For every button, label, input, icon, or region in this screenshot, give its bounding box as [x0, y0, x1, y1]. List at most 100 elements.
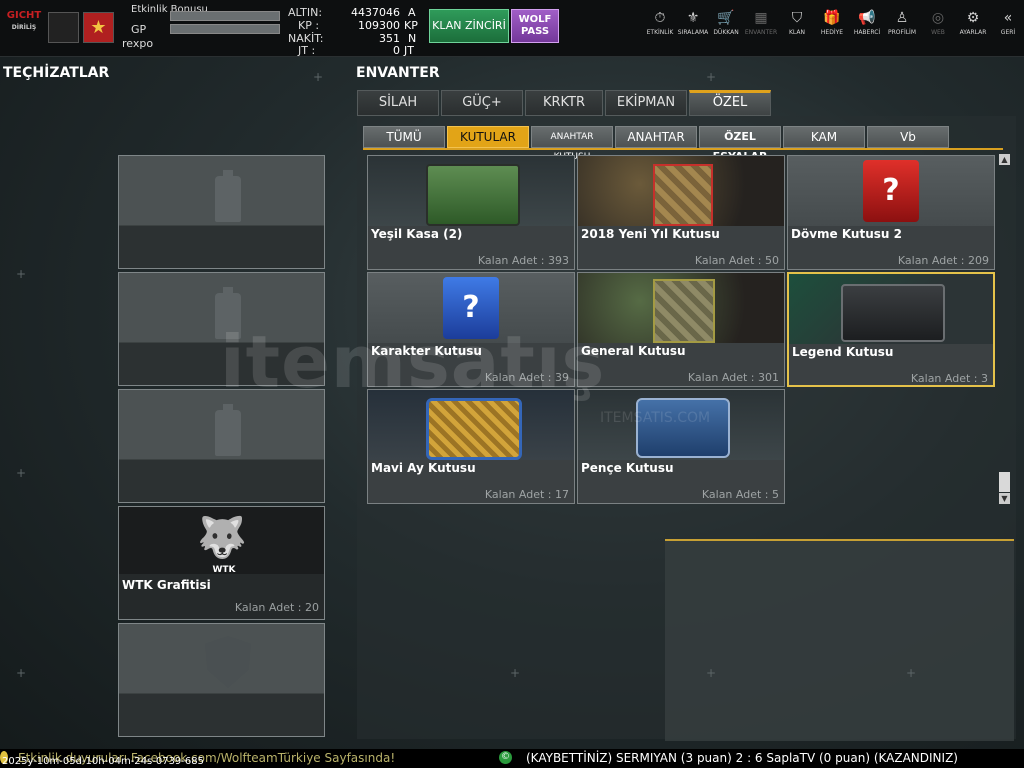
slot-item-name: WTK Grafitisi [122, 578, 211, 592]
wolf-head-icon: 🐺 [197, 515, 247, 561]
item-card-legend-box[interactable]: Legend Kutusu Kalan Adet : 3 [787, 272, 995, 387]
item-card-claw-box[interactable]: Pençe Kutusu Kalan Adet : 5 [577, 389, 785, 504]
item-count: Kalan Adet : 3 [910, 372, 988, 385]
subtab-all[interactable]: TÜMÜ [363, 126, 445, 148]
nav-megaphone[interactable]: 📢 HABERCİ [847, 10, 887, 36]
item-thumbnail [578, 156, 784, 226]
claw-chest-icon [636, 398, 730, 458]
equipment-slot-spray-3[interactable] [118, 389, 325, 503]
scroll-down-arrow-icon[interactable]: ▼ [999, 493, 1010, 504]
nav-cart[interactable]: 🛒 DÜKKAN [706, 10, 746, 36]
wolf-pass-button[interactable]: WOLF PASS [511, 9, 559, 43]
item-name: Legend Kutusu [792, 345, 894, 359]
tab-power[interactable]: GÜÇ+ [441, 90, 523, 116]
tab-weapon[interactable]: SİLAH [357, 90, 439, 116]
back-icon: « [1003, 10, 1013, 26]
tab-special[interactable]: ÖZEL [689, 90, 771, 116]
inventory-icon: ▦ [754, 10, 768, 26]
item-thumbnail [789, 274, 993, 344]
subtab-special-items[interactable]: ÖZEL EŞYALAR [699, 126, 781, 163]
username: rexpo [122, 37, 154, 50]
item-name: Mavi Ay Kutusu [371, 461, 476, 475]
gift-box-icon [653, 164, 713, 226]
item-count: Kalan Adet : 17 [484, 488, 569, 501]
wolf-pass-label-2: PASS [520, 26, 550, 37]
globe-icon: ◎ [931, 10, 945, 26]
event-bonus-bar [170, 11, 280, 21]
tab-equipment[interactable]: EKİPMAN [605, 90, 687, 116]
tab-character[interactable]: KRKTR [525, 90, 603, 116]
item-count: Kalan Adet : 209 [897, 254, 989, 267]
megaphone-icon: 📢 [858, 10, 876, 26]
subtab-key-box[interactable]: ANAHTAR KUTUSU [531, 126, 613, 162]
cash-unit: N [408, 32, 417, 45]
equipment-slot-spray-1[interactable] [118, 155, 325, 269]
subtab-misc[interactable]: Vb [867, 126, 949, 148]
cash-label: NAKİT: [288, 32, 324, 45]
logo-subtitle: DİRİLİŞ [11, 24, 37, 31]
item-name: Yeşil Kasa (2) [371, 227, 463, 241]
nav-back[interactable]: « GERİ [988, 10, 1024, 36]
jt-label: JT : [298, 44, 316, 57]
inventory-title: ENVANTER [356, 65, 440, 81]
nav-label: SIRALAMA [677, 29, 709, 36]
subtab-camo[interactable]: KAM [783, 126, 865, 148]
clan-chain-button[interactable]: KLAN ZİNCİRİ [429, 9, 509, 43]
nav-gift[interactable]: 🎁 HEDİYE [812, 10, 852, 36]
nav-label: GERİ [1000, 29, 1016, 36]
item-card-blue-moon-box[interactable]: Mavi Ay Kutusu Kalan Adet : 17 [367, 389, 575, 504]
kp-label: KP : [298, 19, 320, 32]
star-badge-icon[interactable]: ★ [83, 12, 114, 43]
nav-label: ETKİNLİK [646, 29, 674, 36]
equipment-slot-shield[interactable] [118, 623, 325, 737]
nav-label: WEB [931, 29, 945, 36]
item-count: Kalan Adet : 50 [694, 254, 779, 267]
item-thumbnail: ? [788, 156, 994, 226]
match-result-icon: © [499, 751, 512, 764]
item-name: Dövme Kutusu 2 [791, 227, 902, 241]
ticker-match-result: (KAYBETTİNİZ) SERMIYAN (3 puan) 2 : 6 Sa… [526, 751, 958, 765]
item-card-tattoo-box[interactable]: ? Dövme Kutusu 2 Kalan Adet : 209 [787, 155, 995, 270]
kp-unit: KP [404, 19, 418, 32]
slot-item-count: Kalan Adet : 20 [234, 601, 319, 614]
spray-can-icon [215, 404, 241, 456]
gift-icon: 🎁 [823, 10, 841, 26]
nav-globe[interactable]: ◎ WEB [918, 10, 958, 36]
item-card-general-box[interactable]: General Kutusu Kalan Adet : 301 [577, 272, 785, 387]
gear-icon: ⚙ [966, 10, 980, 26]
gp-label: GP [131, 23, 147, 36]
cart-icon: 🛒 [717, 10, 735, 26]
subtab-underline [363, 148, 1003, 150]
gp-bar [170, 24, 280, 34]
rank-emblem[interactable] [48, 12, 79, 43]
equipment-slot-graffiti[interactable]: 🐺 WTK WTK Grafitisi Kalan Adet : 20 [118, 506, 325, 620]
nav-label: DÜKKAN [713, 29, 739, 36]
item-card-new-year-box[interactable]: 2018 Yeni Yıl Kutusu Kalan Adet : 50 [577, 155, 785, 270]
subtab-boxes[interactable]: KUTULAR [447, 126, 529, 148]
clan-chain-label: KLAN ZİNCİRİ [432, 19, 506, 32]
nav-profile[interactable]: ♙ PROFİLİM [882, 10, 922, 36]
nav-gear[interactable]: ⚙ AYARLAR [953, 10, 993, 36]
nav-shield[interactable]: ⛉ KLAN [777, 10, 817, 36]
jt-value: 0 [393, 44, 400, 57]
gold-unit: A [408, 6, 416, 19]
scrollbar-thumb[interactable] [999, 472, 1010, 492]
item-card-green-crate[interactable]: Yeşil Kasa (2) Kalan Adet : 393 [367, 155, 575, 270]
subtab-key[interactable]: ANAHTAR [615, 126, 697, 148]
nav-label: ENVANTER [744, 29, 778, 36]
nav-inventory[interactable]: ▦ ENVANTER [741, 10, 781, 36]
scroll-up-arrow-icon[interactable]: ▲ [999, 154, 1010, 165]
gold-value: 4437046 [351, 6, 400, 19]
item-count: Kalan Adet : 5 [701, 488, 779, 501]
gold-label: ALTIN: [288, 6, 323, 19]
moon-chest-icon [426, 398, 522, 460]
decor-plus: + [706, 70, 717, 84]
top-bar: GICHT DİRİLİŞ ★ Etkinlik Bonusu GP rexpo… [0, 0, 1024, 57]
nav-label: HABERCİ [853, 29, 881, 36]
green-crate-icon [426, 164, 520, 226]
decor-plus: + [16, 666, 27, 680]
item-count: Kalan Adet : 301 [687, 371, 779, 384]
watermark: itemsatış [220, 320, 606, 404]
jt-unit: JT [404, 44, 414, 57]
decor-plus: + [906, 666, 917, 680]
